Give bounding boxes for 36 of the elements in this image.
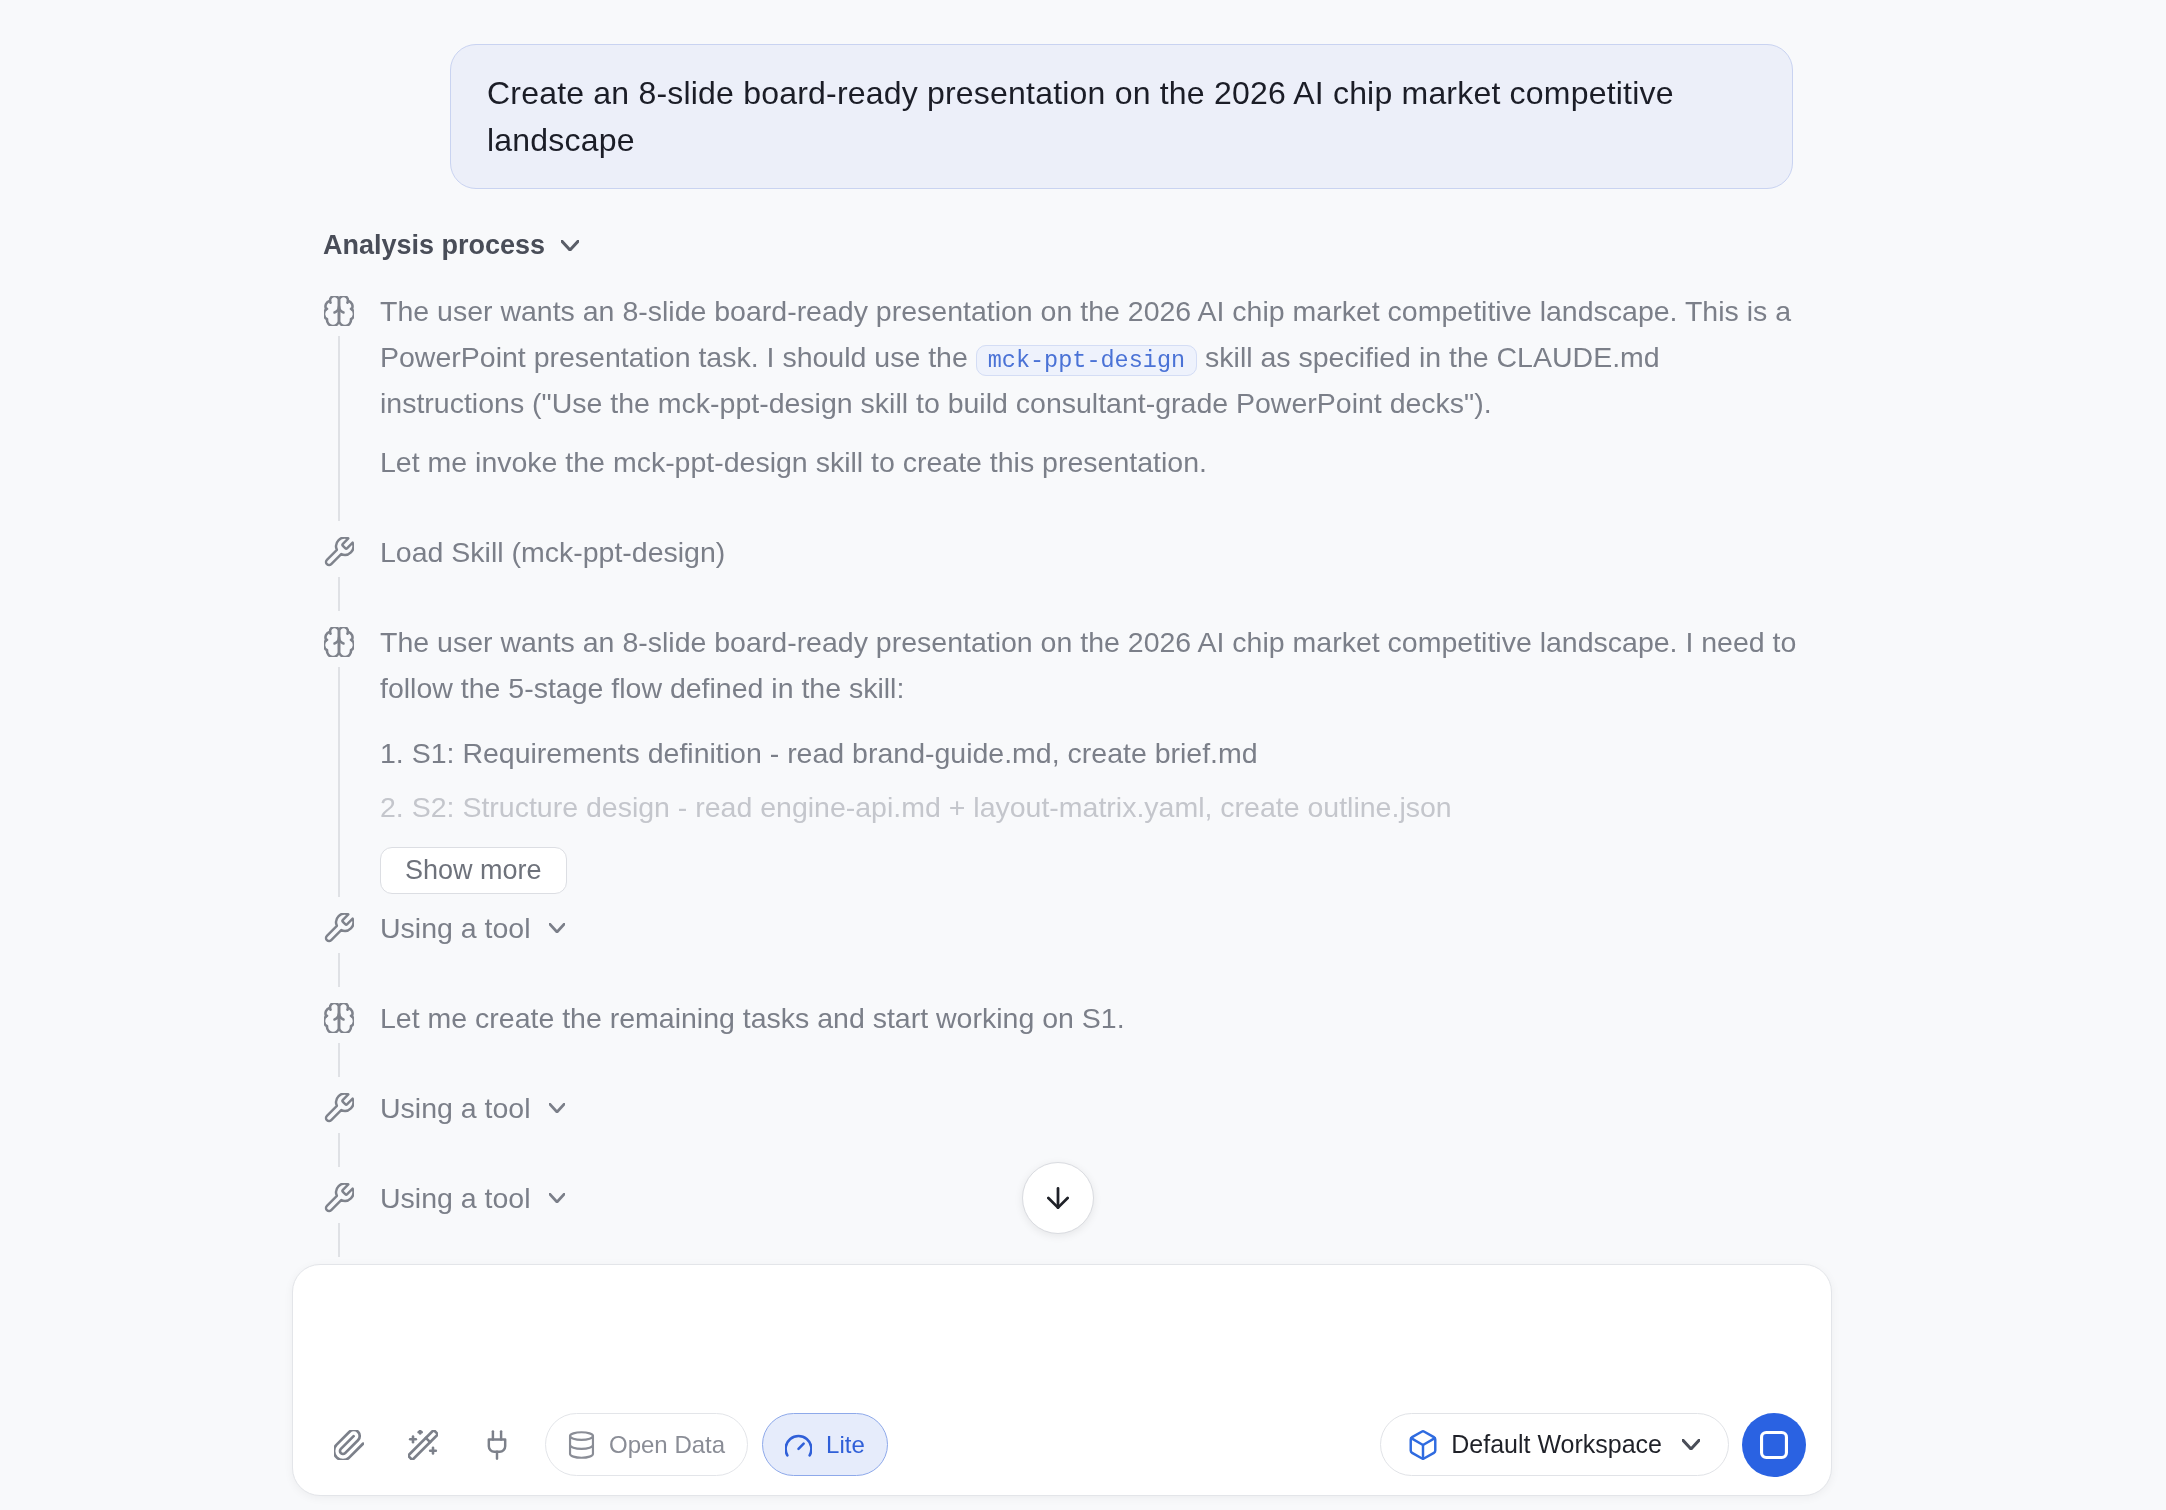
lite-mode-toggle[interactable]: Lite xyxy=(762,1413,888,1476)
brain-icon xyxy=(324,627,354,657)
inline-code: mck-ppt-design xyxy=(975,345,1198,376)
chevron-down-icon xyxy=(561,239,580,251)
wrench-icon xyxy=(324,1183,354,1213)
open-data-toggle[interactable]: Open Data xyxy=(545,1413,749,1476)
wrench-icon xyxy=(324,537,354,567)
user-message: Create an 8-slide board-ready presentation on the 2026 AI chip market competitive landscape xyxy=(450,44,1793,189)
wrench-icon xyxy=(324,1093,354,1123)
stop-icon xyxy=(1760,1430,1788,1459)
chevron-down-icon xyxy=(1682,1439,1700,1450)
paperclip-icon xyxy=(334,1429,364,1460)
chevron-down-icon xyxy=(548,923,565,933)
brain-icon xyxy=(324,296,354,326)
wrench-icon xyxy=(324,913,354,943)
tool-step-label: Load Skill (mck-ppt-design) xyxy=(380,535,726,570)
chevron-down-icon xyxy=(548,1103,565,1113)
thought-text: Let me create the remaining tasks and start working on S1. xyxy=(380,1001,1126,1036)
workspace-dropdown[interactable]: Default Workspace xyxy=(1380,1413,1729,1476)
thought-text: Let me invoke the mck-ppt-design skill to create this presentation. xyxy=(380,445,1208,480)
message-composer[interactable]: Open Data Lite Default Workspace xyxy=(292,1264,1832,1496)
thought-text: The user wants an 8-slide board-ready presentation on the 2026 AI chip market competitive landscape. This is a PowerPoint presentation task. I should use the mck-ppt-design skill as specified in the CLAUDE.md instructions ("Use the mck-ppt-design skill to build consultant-grade PowerPoint decks"). xyxy=(380,294,1792,421)
list-item-text: 1. S1: Requirements definition - read brand-guide.md, create brief.md xyxy=(380,736,1259,771)
tool-step-toggle[interactable]: Using a tool xyxy=(380,1085,565,1131)
tool-step-toggle[interactable]: Using a tool xyxy=(380,905,565,951)
brain-icon xyxy=(324,1003,354,1033)
thought-text: The user wants an 8-slide board-ready presentation on the 2026 AI chip market competitive landscape. I need to follow the 5-stage flow defined in the skill: xyxy=(380,625,1798,706)
analysis-toggle[interactable]: Analysis process xyxy=(323,225,580,265)
arrow-down-icon xyxy=(1047,1187,1069,1209)
tool-step-toggle[interactable]: Using a tool xyxy=(380,1175,565,1221)
magic-wand-icon xyxy=(408,1429,438,1460)
show-more-button[interactable]: Show more xyxy=(380,847,567,894)
chevron-down-icon xyxy=(548,1193,565,1203)
database-icon xyxy=(568,1430,595,1459)
cube-icon xyxy=(1409,1429,1438,1460)
plug-icon xyxy=(487,1429,507,1460)
